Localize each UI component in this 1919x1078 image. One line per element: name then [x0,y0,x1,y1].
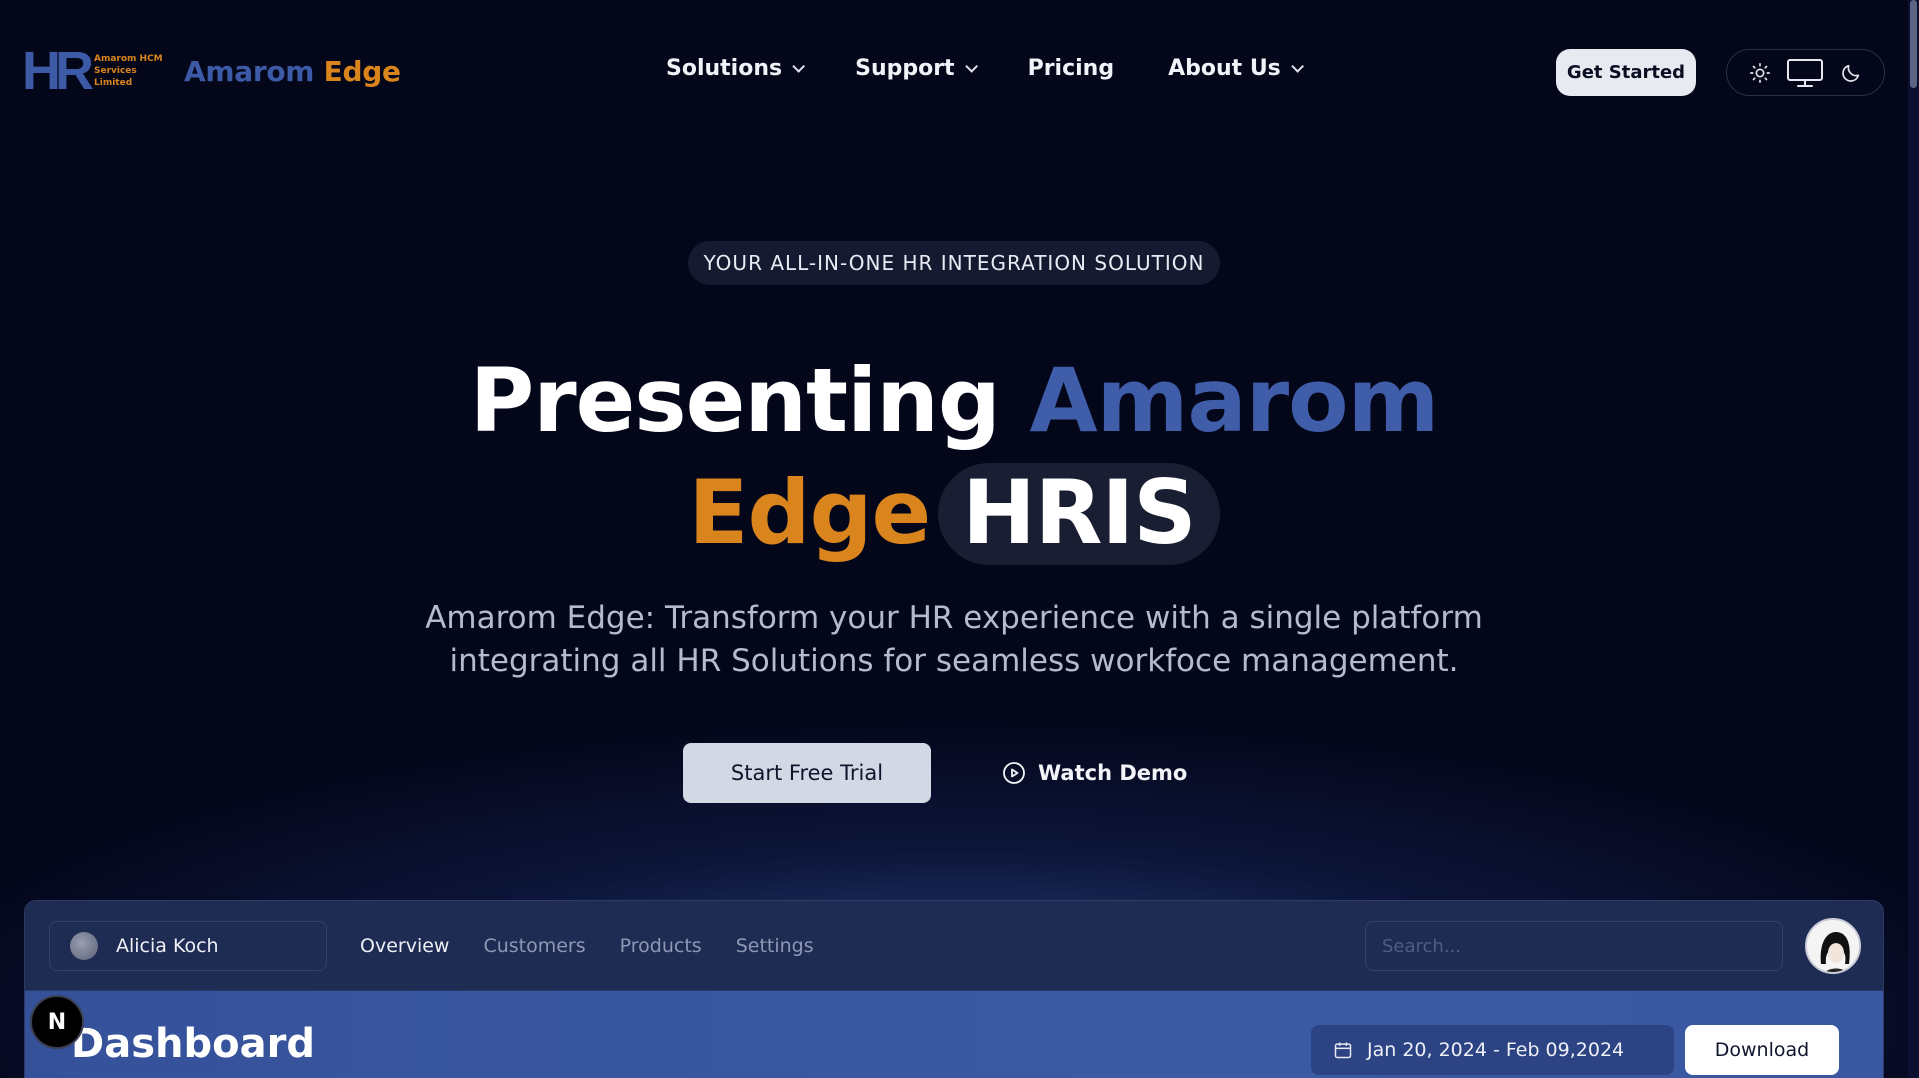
sun-icon[interactable] [1749,62,1771,84]
team-switcher[interactable]: Alicia Koch [49,921,327,971]
team-name: Alicia Koch [116,935,219,957]
brand-name: Amarom Edge [184,55,401,88]
menu-item-solutions[interactable]: Solutions [666,56,806,81]
page-scrollbar[interactable] [1908,0,1919,1078]
menu-item-label: About Us [1168,56,1281,81]
watch-demo-label: Watch Demo [1038,761,1188,785]
tab-customers[interactable]: Customers [483,935,585,957]
hero-subtitle: Amarom Edge: Transform your HR experienc… [425,600,1483,679]
logo-hr-letters: HR [22,41,94,101]
watch-demo-button[interactable]: Watch Demo [1002,755,1187,791]
logo-company-subtext: Amarom HCM Services Limited [94,54,163,88]
main-menu: Solutions Support Pricing About Us [666,56,1354,81]
top-nav: HR Amarom HCM Services Limited Amarom Ed… [0,0,1919,146]
chevron-down-icon [1291,60,1304,73]
team-avatar [70,932,98,960]
brand-logo[interactable]: HR Amarom HCM Services Limited Amarom Ed… [22,41,401,101]
hr-logo-mark: HR Amarom HCM Services Limited [22,41,166,101]
headline-word-presenting: Presenting [469,349,1001,452]
dev-tools-badge[interactable]: N [30,995,84,1049]
preview-tabs: Overview Customers Products Settings [360,935,848,957]
brand-name-primary: Amarom [184,54,315,88]
theme-switcher [1726,49,1885,96]
brand-name-accent: Edge [323,54,401,88]
chevron-down-icon [964,60,978,73]
date-range-picker[interactable]: Jan 20, 2024 - Feb 09,2024 [1311,1025,1674,1075]
moon-icon[interactable] [1840,62,1862,84]
user-avatar[interactable] [1805,918,1861,974]
start-free-trial-button[interactable]: Start Free Trial [683,743,931,803]
chevron-down-icon [792,60,806,73]
play-circle-icon [1002,761,1026,785]
menu-item-label: Pricing [1027,56,1115,81]
menu-item-support[interactable]: Support [855,56,978,81]
calendar-icon [1333,1040,1353,1060]
date-range-label: Jan 20, 2024 - Feb 09,2024 [1367,1039,1625,1061]
preview-body: Dashboard Jan 20, 2024 - Feb 09,2024 Dow… [25,991,1883,1078]
search-input[interactable] [1365,921,1783,971]
menu-item-label: Support [855,56,955,81]
hero-headline: Presenting Amarom Edge HRIS [0,345,1908,569]
headline-word-hris: HRIS [938,463,1220,565]
headline-word-amarom: Amarom [1029,349,1440,452]
get-started-button[interactable]: Get Started [1556,49,1696,96]
page: HR Amarom HCM Services Limited Amarom Ed… [0,0,1919,1078]
eyebrow-pill: YOUR ALL-IN-ONE HR INTEGRATION SOLUTION [688,241,1220,285]
headline-word-edge: Edge [688,461,931,564]
tab-products[interactable]: Products [620,935,702,957]
preview-topbar: Alicia Koch Overview Customers Products … [25,901,1883,991]
dashboard-preview: Alicia Koch Overview Customers Products … [24,900,1884,1078]
tab-settings[interactable]: Settings [736,935,814,957]
menu-item-about-us[interactable]: About Us [1168,56,1304,81]
menu-item-pricing[interactable]: Pricing [1028,56,1115,81]
monitor-icon[interactable] [1786,58,1824,88]
menu-item-label: Solutions [666,56,783,81]
tab-overview[interactable]: Overview [360,935,449,957]
dashboard-title: Dashboard [71,1021,315,1067]
download-button[interactable]: Download [1685,1025,1839,1075]
